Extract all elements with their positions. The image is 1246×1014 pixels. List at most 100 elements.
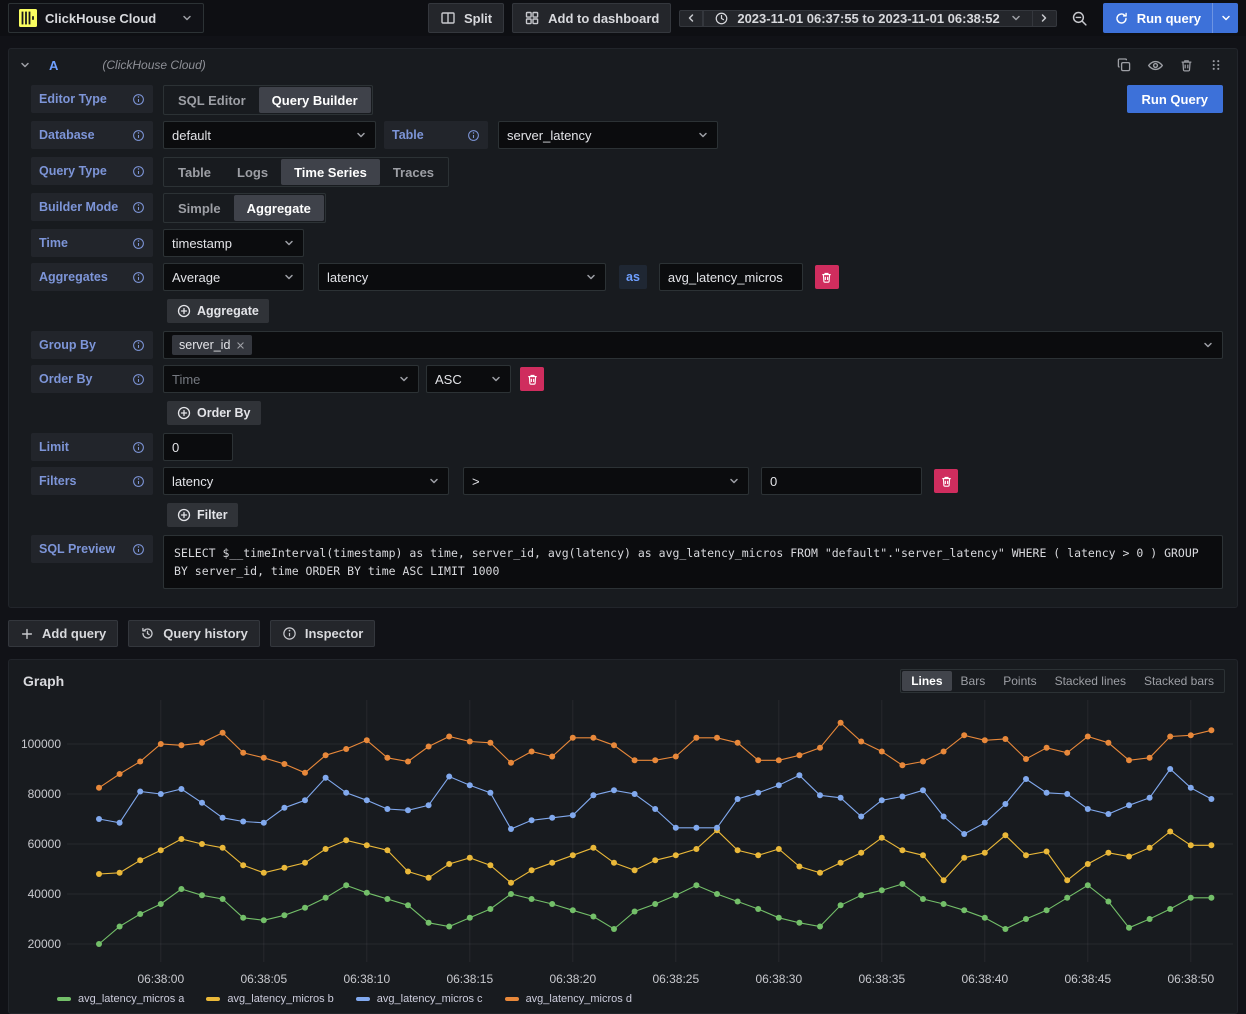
graph-mode-lines[interactable]: Lines <box>902 671 951 691</box>
database-label: Database <box>31 121 153 149</box>
query-type-option-logs[interactable]: Logs <box>224 159 281 185</box>
legend-item-a[interactable]: avg_latency_micros a <box>57 993 184 1005</box>
graph-mode-stacked-bars[interactable]: Stacked bars <box>1135 671 1223 691</box>
chevron-down-icon <box>482 373 502 385</box>
remove-filter-button[interactable] <box>934 469 958 493</box>
trash-icon <box>526 373 539 386</box>
legend-item-c[interactable]: avg_latency_micros c <box>356 993 483 1005</box>
run-query-label: Run query <box>1137 11 1201 26</box>
run-query-button[interactable]: Run query <box>1103 3 1212 33</box>
x-tick-label: 06:38:40 <box>961 972 1008 986</box>
info-icon[interactable] <box>132 165 145 178</box>
limit-input[interactable] <box>163 433 233 461</box>
panel-run-query-button[interactable]: Run Query <box>1127 85 1223 113</box>
info-icon[interactable] <box>132 237 145 250</box>
info-icon[interactable] <box>132 373 145 386</box>
collapse-chevron-icon[interactable] <box>19 59 31 71</box>
filter-operator-select[interactable]: > <box>463 467 749 495</box>
query-type-option-time-series[interactable]: Time Series <box>281 159 380 185</box>
info-icon[interactable] <box>467 129 480 142</box>
time-forward-button[interactable] <box>1033 10 1057 27</box>
aggregate-alias-input[interactable] <box>659 263 803 291</box>
latency-line-chart[interactable]: 2000040000600008000010000006:38:0006:38:… <box>17 698 1239 990</box>
info-icon[interactable] <box>132 271 145 284</box>
builder-mode-option-simple[interactable]: Simple <box>165 195 234 221</box>
info-icon[interactable] <box>132 475 145 488</box>
run-query-dropdown-button[interactable] <box>1212 3 1238 33</box>
order-by-field-select[interactable]: Time <box>163 365 419 393</box>
editor-type-toggle: SQL Editor Query Builder <box>163 85 373 115</box>
graph-mode-stacked-lines[interactable]: Stacked lines <box>1046 671 1135 691</box>
info-icon[interactable] <box>132 339 145 352</box>
x-tick-label: 06:38:10 <box>343 972 390 986</box>
datasource-picker[interactable]: ClickHouse Cloud <box>8 3 204 33</box>
info-icon[interactable] <box>132 93 145 106</box>
x-tick-label: 06:38:15 <box>446 972 493 986</box>
top-bar: ClickHouse Cloud Split Add to dashboard … <box>0 0 1246 36</box>
order-by-direction-select[interactable]: ASC <box>426 365 511 393</box>
query-type-option-traces[interactable]: Traces <box>380 159 447 185</box>
remove-tag-icon[interactable] <box>236 341 245 350</box>
duplicate-query-icon[interactable] <box>1116 57 1132 73</box>
graph-mode-bars[interactable]: Bars <box>952 671 995 691</box>
builder-mode-toggle: Simple Aggregate <box>163 193 326 223</box>
run-query-split-button: Run query <box>1103 3 1238 33</box>
drag-handle-icon[interactable] <box>1209 58 1223 72</box>
as-badge: as <box>619 265 647 289</box>
info-icon[interactable] <box>132 543 145 556</box>
hide-query-eye-icon[interactable] <box>1147 57 1164 74</box>
info-icon[interactable] <box>132 129 145 142</box>
explore-toolbar: Add query Query history Inspector <box>8 620 1238 647</box>
group-by-select[interactable]: server_id <box>163 331 1223 359</box>
x-tick-label: 06:38:30 <box>755 972 802 986</box>
y-tick-label: 40000 <box>28 887 62 901</box>
inspector-button[interactable]: Inspector <box>270 620 376 647</box>
zoom-out-button[interactable] <box>1065 3 1095 33</box>
aggregates-label: Aggregates <box>31 263 153 291</box>
circle-plus-icon <box>177 508 191 522</box>
time-range-picker[interactable]: 2023-11-01 06:37:55 to 2023-11-01 06:38:… <box>703 10 1032 27</box>
builder-mode-option-aggregate[interactable]: Aggregate <box>234 195 324 221</box>
delete-query-trash-icon[interactable] <box>1179 58 1194 73</box>
group-by-label: Group By <box>31 331 153 359</box>
limit-label: Limit <box>31 433 153 461</box>
table-select[interactable]: server_latency <box>498 121 718 149</box>
legend-label: avg_latency_micros c <box>377 993 483 1005</box>
add-filter-button[interactable]: Filter <box>167 503 238 527</box>
remove-order-by-button[interactable] <box>520 367 544 391</box>
editor-type-option-sql-editor[interactable]: SQL Editor <box>165 87 259 113</box>
add-to-dashboard-button[interactable]: Add to dashboard <box>512 3 671 33</box>
x-tick-label: 06:38:00 <box>137 972 184 986</box>
filter-field-select[interactable]: latency <box>163 467 449 495</box>
time-back-button[interactable] <box>679 10 703 27</box>
filter-value-input[interactable] <box>761 467 922 495</box>
query-type-option-table[interactable]: Table <box>165 159 224 185</box>
query-datasource-note: (ClickHouse Cloud) <box>102 58 205 72</box>
add-aggregate-button[interactable]: Aggregate <box>167 299 269 323</box>
aggregate-function-select[interactable]: Average <box>163 263 304 291</box>
circle-plus-icon <box>177 406 191 420</box>
legend-swatch-icon <box>356 997 370 1001</box>
info-icon[interactable] <box>132 201 145 214</box>
add-order-by-button[interactable]: Order By <box>167 401 261 425</box>
legend-item-d[interactable]: avg_latency_micros d <box>505 993 632 1005</box>
y-tick-label: 100000 <box>21 737 61 751</box>
split-button[interactable]: Split <box>428 3 504 33</box>
add-query-button[interactable]: Add query <box>8 620 118 647</box>
query-history-button[interactable]: Query history <box>128 620 260 647</box>
chevron-down-icon <box>1220 12 1232 24</box>
chevron-down-icon <box>390 373 410 385</box>
history-icon <box>140 626 155 641</box>
remove-aggregate-button[interactable] <box>815 265 839 289</box>
time-column-select[interactable]: timestamp <box>163 229 304 257</box>
graph-mode-points[interactable]: Points <box>994 671 1045 691</box>
aggregate-column-select[interactable]: latency <box>318 263 606 291</box>
query-ref-id: A <box>49 58 58 73</box>
database-select[interactable]: default <box>163 121 376 149</box>
dashboard-grid-icon <box>524 10 540 26</box>
legend-item-b[interactable]: avg_latency_micros b <box>206 993 333 1005</box>
info-icon[interactable] <box>132 441 145 454</box>
filters-label: Filters <box>31 467 153 495</box>
editor-type-option-query-builder[interactable]: Query Builder <box>259 87 371 113</box>
legend-label: avg_latency_micros b <box>227 993 333 1005</box>
